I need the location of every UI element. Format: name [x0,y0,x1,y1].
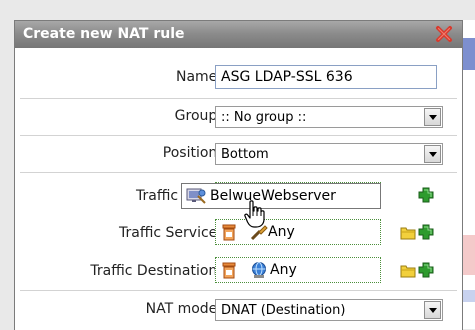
position-select-value: Bottom [221,147,269,162]
dialog-title: Create new NAT rule [23,26,185,42]
nat-mode-label: NAT mode: [145,301,222,317]
divider [20,135,457,136]
divider [20,98,457,99]
dragged-item-label: BelwueWebserver [210,188,336,204]
traffic-service-dropzone[interactable]: Any [215,219,381,245]
background-stripe [462,38,475,70]
name-input-value: ASG LDAP-SSL 636 [221,69,353,85]
add-source-icon[interactable] [418,187,434,203]
nat-mode-select[interactable]: DNAT (Destination) [215,299,443,321]
folder-icon[interactable] [400,226,416,240]
traffic-service-value: Any [268,224,295,240]
name-input[interactable]: ASG LDAP-SSL 636 [215,65,437,89]
traffic-destination-value: Any [270,262,297,278]
background-stripe [462,235,475,275]
divider [20,172,457,173]
group-select-value: :: No group :: [221,110,307,125]
dragged-network-object[interactable]: BelwueWebserver [181,183,381,209]
traffic-service-label: Traffic Service: [119,225,222,241]
traffic-destination-dropzone[interactable]: Any [215,257,381,283]
position-label: Position: [162,145,222,161]
network-globe-icon [252,262,266,278]
chevron-down-icon[interactable] [424,301,441,319]
add-service-icon[interactable] [418,224,434,240]
group-select[interactable]: :: No group :: [215,106,443,128]
trash-icon[interactable] [222,224,236,241]
folder-icon[interactable] [400,264,416,278]
chevron-down-icon[interactable] [424,145,441,163]
add-destination-icon[interactable] [418,262,434,278]
hand-cursor-icon [244,200,265,228]
chevron-down-icon[interactable] [424,108,441,126]
divider [20,290,457,291]
background-window-edge [461,20,475,329]
nat-mode-select-value: DNAT (Destination) [221,303,346,318]
background-stripe [462,290,475,302]
dialog-titlebar[interactable]: Create new NAT rule [15,21,462,48]
close-icon[interactable] [435,25,453,43]
traffic-destination-label: Traffic Destination: [90,263,222,279]
server-icon [186,188,206,204]
position-select[interactable]: Bottom [215,143,443,165]
nat-rule-dialog: Create new NAT rule Name: ASG LDAP-SSL 6… [14,20,463,330]
trash-icon[interactable] [222,262,236,279]
